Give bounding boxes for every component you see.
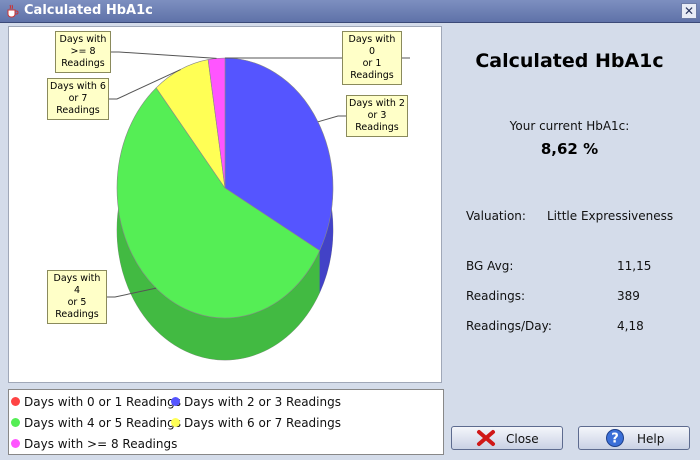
legend-label: Days with 2 or 3 Readings xyxy=(184,395,341,409)
pie-chart-panel: Days with 0 or 1 Readings Days with 2 or… xyxy=(8,26,442,383)
close-x-icon: ✕ xyxy=(683,4,695,18)
valuation-value: Little Expressiveness xyxy=(547,209,674,223)
callout-line: Readings xyxy=(56,105,100,116)
legend-label: Days with >= 8 Readings xyxy=(24,437,178,451)
chart-legend: Days with 0 or 1 Readings Days with 2 or… xyxy=(8,389,444,455)
close-button[interactable]: Close xyxy=(451,426,563,450)
valuation-label: Valuation: xyxy=(466,209,526,223)
callout-line: Readings xyxy=(355,122,399,133)
close-x-icon xyxy=(477,430,495,446)
callout-days-4-5: Days with 4 or 5 Readings xyxy=(47,270,107,324)
legend-item: Days with 0 or 1 Readings xyxy=(11,395,181,409)
current-hba1c-value: 8,62 % xyxy=(540,140,599,158)
callout-line: Readings xyxy=(350,70,394,81)
callout-line: Readings xyxy=(61,58,105,69)
bg-avg-label: BG Avg: xyxy=(466,259,514,273)
hba1c-info-panel: Calculated HbA1c Your current HbA1c: 8,6… xyxy=(447,26,692,421)
callout-days-2-3: Days with 2 or 3 Readings xyxy=(346,95,408,137)
svg-text:?: ? xyxy=(611,432,619,447)
legend-dot-icon xyxy=(11,418,20,427)
callout-line: Days with 6 xyxy=(50,81,106,92)
legend-label: Days with 6 or 7 Readings xyxy=(184,416,341,430)
info-title: Calculated HbA1c xyxy=(475,50,664,72)
legend-item: Days with >= 8 Readings xyxy=(11,437,177,451)
callout-days-0-1: Days with 0 or 1 Readings xyxy=(342,31,402,85)
legend-label: Days with 4 or 5 Readings xyxy=(24,416,181,430)
callout-line: or 5 xyxy=(67,297,87,308)
java-cup-icon xyxy=(7,4,19,18)
legend-item: Days with 6 or 7 Readings xyxy=(171,416,341,430)
title-bar: Calculated HbA1c ✕ xyxy=(0,0,700,23)
callout-line: >= 8 xyxy=(70,46,96,57)
callout-line: or 7 xyxy=(68,93,88,104)
callout-line: Days with 4 xyxy=(53,273,101,296)
callout-line: Days with 0 xyxy=(348,34,396,57)
readings-per-day-value: 4,18 xyxy=(617,319,644,333)
legend-dot-icon xyxy=(171,397,180,406)
help-button[interactable]: ? Help xyxy=(578,426,690,450)
help-question-icon: ? xyxy=(606,429,624,447)
callout-days-8-plus: Days with >= 8 Readings xyxy=(55,31,111,73)
close-button-label: Close xyxy=(506,432,539,446)
legend-dot-icon xyxy=(11,439,20,448)
close-window-button[interactable]: ✕ xyxy=(681,3,697,19)
legend-item: Days with 2 or 3 Readings xyxy=(171,395,341,409)
callout-line: Days with xyxy=(59,34,107,45)
callout-leader-line xyxy=(111,51,217,59)
help-button-label: Help xyxy=(637,432,665,446)
readings-label: Readings: xyxy=(466,289,526,303)
legend-label: Days with 0 or 1 Readings xyxy=(24,395,181,409)
callout-line: or 1 xyxy=(362,58,382,69)
current-hba1c-label: Your current HbA1c: xyxy=(509,119,630,133)
readings-value: 389 xyxy=(617,289,640,303)
callout-line: Readings xyxy=(55,309,99,320)
readings-per-day-label: Readings/Day: xyxy=(466,319,552,333)
callout-leader-line xyxy=(317,115,346,123)
bg-avg-value: 11,15 xyxy=(617,259,652,273)
legend-dot-icon xyxy=(11,397,20,406)
window-title: Calculated HbA1c xyxy=(24,3,153,18)
legend-item: Days with 4 or 5 Readings xyxy=(11,416,181,430)
legend-dot-icon xyxy=(171,418,180,427)
callout-days-6-7: Days with 6 or 7 Readings xyxy=(47,78,109,120)
callout-line: Days with 2 xyxy=(349,98,405,109)
callout-line: or 3 xyxy=(367,110,387,121)
